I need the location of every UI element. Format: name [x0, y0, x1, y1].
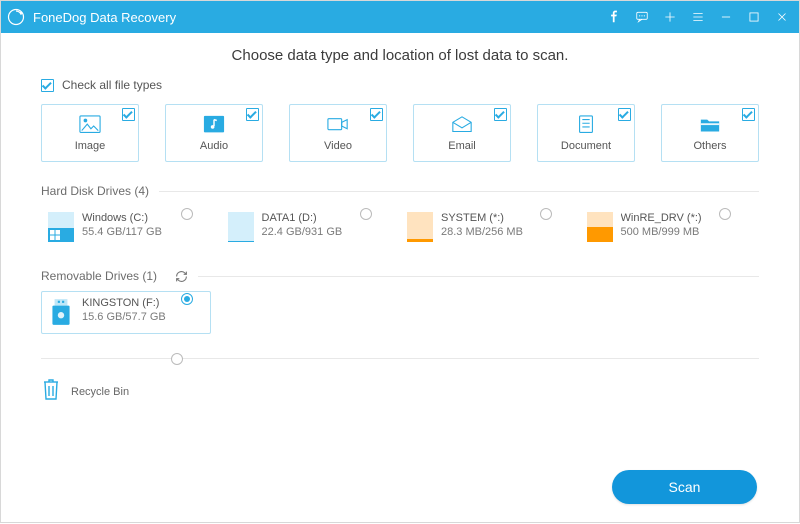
email-icon [451, 114, 473, 134]
scan-button[interactable]: Scan [612, 470, 757, 504]
divider [41, 358, 759, 359]
drive-name: Windows (C:) [82, 212, 162, 224]
file-type-row: Image Audio Video Email Document [41, 104, 759, 162]
feedback-icon[interactable] [635, 10, 649, 24]
page-heading: Choose data type and location of lost da… [41, 47, 759, 64]
type-label: Others [693, 140, 726, 152]
divider [159, 191, 759, 192]
check-all-label: Check all file types [62, 78, 162, 92]
check-all-row[interactable]: Check all file types [41, 78, 759, 92]
maximize-icon[interactable] [747, 10, 761, 24]
drive-name: KINGSTON (F:) [82, 297, 166, 309]
usb-icon [48, 297, 74, 327]
drive-icon [48, 212, 74, 242]
type-checkbox-document[interactable] [618, 108, 631, 121]
check-all-checkbox[interactable] [41, 79, 54, 92]
type-label: Document [561, 140, 611, 152]
drive-radio[interactable] [181, 208, 193, 220]
section-header-hdd: Hard Disk Drives (4) [41, 184, 759, 198]
type-checkbox-others[interactable] [742, 108, 755, 121]
type-card-email[interactable]: Email [413, 104, 511, 162]
drive-icon [587, 212, 613, 242]
type-checkbox-video[interactable] [370, 108, 383, 121]
type-label: Email [448, 140, 476, 152]
type-label: Video [324, 140, 352, 152]
type-checkbox-email[interactable] [494, 108, 507, 121]
drive-size: 15.6 GB/57.7 GB [82, 311, 166, 323]
removable-row: KINGSTON (F:) 15.6 GB/57.7 GB [41, 291, 759, 334]
drive-radio[interactable] [181, 293, 193, 305]
recycle-bin-item[interactable]: Recycle Bin [41, 373, 211, 410]
drive-radio[interactable] [360, 208, 372, 220]
menu-icon[interactable] [691, 10, 705, 24]
windows-logo-icon [50, 230, 60, 240]
drive-icon [228, 212, 254, 242]
divider [198, 276, 759, 277]
drive-size: 55.4 GB/117 GB [82, 226, 162, 238]
section-title: Hard Disk Drives (4) [41, 184, 149, 198]
type-card-audio[interactable]: Audio [165, 104, 263, 162]
type-card-others[interactable]: Others [661, 104, 759, 162]
others-icon [699, 114, 721, 134]
drive-size: 500 MB/999 MB [621, 226, 702, 238]
drive-name: SYSTEM (*:) [441, 212, 523, 224]
recycle-radio[interactable] [171, 353, 183, 365]
facebook-icon[interactable] [607, 10, 621, 24]
type-label: Image [75, 140, 106, 152]
type-card-video[interactable]: Video [289, 104, 387, 162]
image-icon [79, 114, 101, 134]
scan-button-label: Scan [669, 479, 701, 495]
type-label: Audio [200, 140, 228, 152]
video-icon [327, 114, 349, 134]
document-icon [575, 114, 597, 134]
drive-name: WinRE_DRV (*:) [621, 212, 702, 224]
recycle-row: Recycle Bin [41, 373, 759, 410]
app-logo-icon [7, 8, 25, 26]
type-checkbox-audio[interactable] [246, 108, 259, 121]
minimize-icon[interactable] [719, 10, 733, 24]
section-title: Removable Drives (1) [41, 269, 157, 283]
titlebar: FoneDog Data Recovery [1, 1, 799, 33]
drive-icon [407, 212, 433, 242]
app-title: FoneDog Data Recovery [33, 10, 176, 25]
refresh-button[interactable] [175, 270, 188, 283]
add-icon[interactable] [663, 10, 677, 24]
type-card-document[interactable]: Document [537, 104, 635, 162]
section-header-removable: Removable Drives (1) [41, 269, 759, 283]
type-checkbox-image[interactable] [122, 108, 135, 121]
close-icon[interactable] [775, 10, 789, 24]
hdd-row: Windows (C:) 55.4 GB/117 GB DATA1 (D:) 2… [41, 206, 759, 249]
audio-icon [203, 114, 225, 134]
recycle-bin-icon [41, 377, 61, 406]
drive-size: 28.3 MB/256 MB [441, 226, 523, 238]
drive-name: DATA1 (D:) [262, 212, 343, 224]
drive-radio[interactable] [540, 208, 552, 220]
drive-size: 22.4 GB/931 GB [262, 226, 343, 238]
type-card-image[interactable]: Image [41, 104, 139, 162]
drive-radio[interactable] [719, 208, 731, 220]
recycle-label: Recycle Bin [71, 386, 129, 398]
